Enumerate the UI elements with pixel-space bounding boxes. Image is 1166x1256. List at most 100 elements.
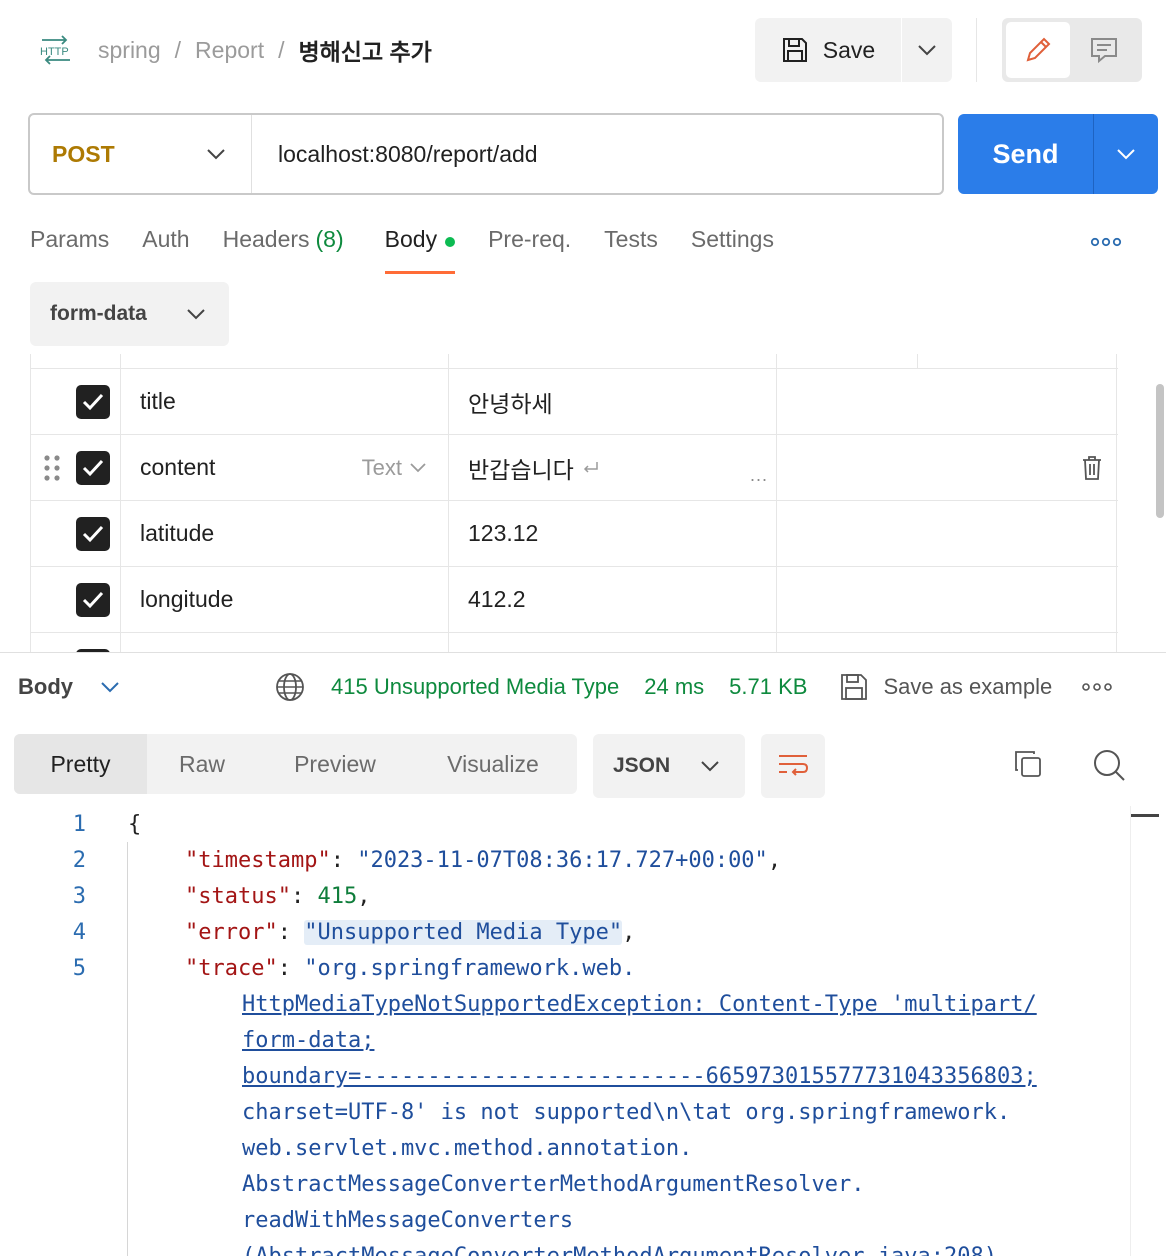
expand-value-icon[interactable]: ... xyxy=(750,465,768,486)
more-options-icon[interactable] xyxy=(1082,681,1113,693)
json-string-highlighted: "Unsupported Media Type" xyxy=(304,920,623,945)
breadcrumb-separator: / xyxy=(174,36,182,63)
trace-line[interactable]: form-data; xyxy=(242,1028,374,1053)
request-scrollbar[interactable] xyxy=(1156,384,1164,518)
chevron-down-icon xyxy=(410,462,426,472)
tab-settings[interactable]: Settings xyxy=(691,222,774,274)
edit-mode-button[interactable] xyxy=(1006,22,1070,78)
save-button[interactable]: Save xyxy=(755,18,902,82)
breadcrumb-folder[interactable]: Report xyxy=(195,37,264,64)
param-value[interactable]: 안녕하세 xyxy=(468,369,553,434)
row-checkbox[interactable] xyxy=(76,582,110,617)
chevron-down-icon xyxy=(207,149,225,160)
http-badge-text: HTTP xyxy=(40,46,69,58)
tab-label: Headers xyxy=(222,226,310,252)
response-time[interactable]: 24 ms xyxy=(644,674,704,700)
params-table: title 안녕하세 content Text 반갑습니다 ... latitu… xyxy=(30,354,1118,652)
copy-icon[interactable] xyxy=(1012,748,1044,785)
send-dropdown-button[interactable] xyxy=(1094,114,1158,194)
table-row: latitude 123.12 xyxy=(30,501,1118,567)
save-group: Save xyxy=(755,18,952,82)
line-number: 2 xyxy=(72,848,86,873)
pane-divider[interactable] xyxy=(0,652,1166,653)
table-row xyxy=(30,633,1118,652)
tab-tests[interactable]: Tests xyxy=(604,222,658,274)
documentation-mode-button[interactable] xyxy=(1070,22,1138,78)
save-icon xyxy=(782,38,807,62)
request-name[interactable]: 병해신고 추가 xyxy=(298,33,431,67)
send-button[interactable]: Send xyxy=(958,114,1094,194)
line-number: 4 xyxy=(72,920,86,945)
json-key: "trace" xyxy=(185,956,278,981)
breadcrumb-collection[interactable]: spring xyxy=(98,37,161,64)
trace-line: AbstractMessageConverterMethodArgumentRe… xyxy=(242,1172,865,1197)
tab-pre-request[interactable]: Pre-req. xyxy=(488,222,571,274)
trace-line: web.servlet.mvc.method.annotation. xyxy=(242,1136,693,1161)
json-number: 415 xyxy=(317,884,358,909)
chevron-down-icon[interactable] xyxy=(101,681,119,693)
param-key[interactable]: longitude xyxy=(140,567,233,632)
save-as-example-button[interactable]: Save as example xyxy=(883,674,1052,700)
json-string: "org.springframework.web. xyxy=(304,956,636,981)
param-key[interactable]: title xyxy=(140,369,176,434)
line-number: 5 xyxy=(72,956,86,981)
format-select[interactable]: JSON xyxy=(593,734,745,798)
method-select[interactable]: POST xyxy=(30,115,252,193)
response-code-editor[interactable]: 1 2 3 4 5 { "timestamp": "2023-11-07T08:… xyxy=(0,806,1166,1256)
check-icon xyxy=(82,591,104,608)
trace-line: HttpMediaTypeNotSupportedException: Cont… xyxy=(242,992,1037,1017)
tab-label: Settings xyxy=(690,226,774,252)
view-tab-preview[interactable]: Preview xyxy=(257,734,413,794)
more-options-icon[interactable] xyxy=(1090,235,1122,249)
header-divider xyxy=(976,18,977,82)
search-icon[interactable] xyxy=(1092,748,1126,787)
send-group: Send xyxy=(958,114,1158,194)
wrap-lines-button[interactable] xyxy=(761,734,825,798)
trash-icon[interactable] xyxy=(1080,435,1104,500)
url-bar: POST localhost:8080/report/add xyxy=(28,113,944,195)
code-line: "error": "Unsupported Media Type", xyxy=(185,920,636,945)
editor-scroll-track xyxy=(1130,806,1131,1256)
row-checkbox[interactable] xyxy=(76,384,110,419)
code-line: "status": 415, xyxy=(185,884,371,909)
param-type-select[interactable]: Text xyxy=(362,455,426,481)
trace-line: readWithMessageConverters xyxy=(242,1208,574,1233)
row-checkbox[interactable] xyxy=(76,450,110,485)
view-tab-raw[interactable]: Raw xyxy=(147,734,257,794)
body-indicator-dot xyxy=(445,237,456,247)
response-size[interactable]: 5.71 KB xyxy=(729,674,807,700)
tab-params[interactable]: Params xyxy=(30,222,109,274)
param-value[interactable]: 반갑습니다 xyxy=(468,451,574,485)
table-row: content Text 반갑습니다 ... xyxy=(30,435,1118,501)
wrap-lines-icon xyxy=(779,755,809,776)
indent-guide xyxy=(127,842,128,1256)
param-value[interactable]: 412.2 xyxy=(468,567,526,632)
response-view-tabs: Pretty Raw Preview Visualize xyxy=(14,734,577,794)
tab-headers[interactable]: Headers (8) xyxy=(223,222,344,274)
drag-handle-icon[interactable] xyxy=(42,435,62,500)
param-key[interactable]: content xyxy=(140,454,215,481)
save-dropdown-button[interactable] xyxy=(902,18,952,82)
view-tab-visualize[interactable]: Visualize xyxy=(413,734,573,794)
status-code[interactable]: 415 Unsupported Media Type xyxy=(331,674,619,700)
method-label: POST xyxy=(52,140,115,167)
param-key[interactable]: latitude xyxy=(140,501,214,566)
tab-body[interactable]: Body xyxy=(384,222,456,274)
trace-line[interactable]: boundary=--------------------------66597… xyxy=(242,1064,1037,1089)
response-bar: Body 415 Unsupported Media Type 24 ms 5.… xyxy=(18,664,1158,710)
globe-icon[interactable] xyxy=(275,672,305,702)
editor-scroll-thumb[interactable] xyxy=(1131,814,1159,817)
url-input[interactable]: localhost:8080/report/add xyxy=(252,141,942,168)
newline-icon xyxy=(583,461,598,473)
tab-auth[interactable]: Auth xyxy=(142,222,189,274)
param-value[interactable]: 123.12 xyxy=(468,501,538,566)
view-tab-pretty[interactable]: Pretty xyxy=(14,734,147,794)
body-type-select[interactable]: form-data xyxy=(30,282,229,346)
row-checkbox[interactable] xyxy=(76,516,110,551)
body-type-label: form-data xyxy=(50,302,147,325)
trace-line: charset=UTF-8' is not supported\n\tat or… xyxy=(242,1100,1011,1125)
chevron-down-icon xyxy=(918,45,936,56)
format-label: JSON xyxy=(613,754,671,777)
json-key: "timestamp" xyxy=(185,848,331,873)
response-body-label[interactable]: Body xyxy=(18,674,73,700)
